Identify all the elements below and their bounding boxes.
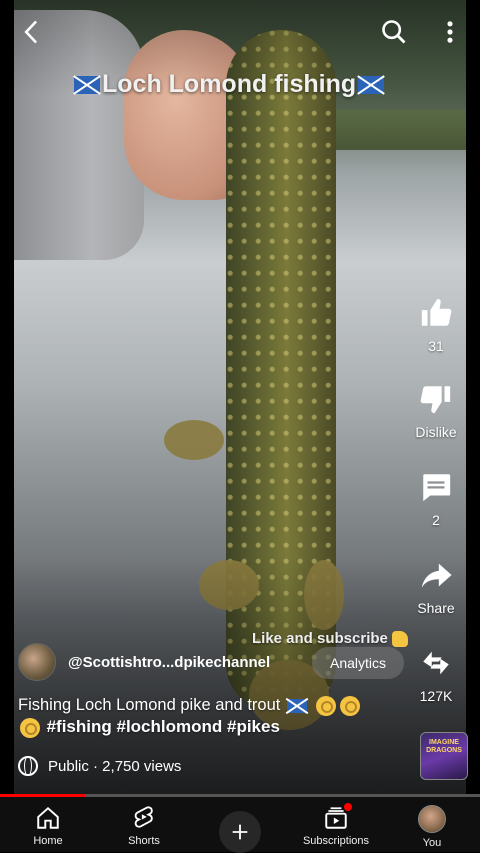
nav-home[interactable]: Home — [0, 797, 96, 852]
nav-you-label: You — [422, 837, 442, 849]
music-thumb-text: IMAGINE DRAGONS — [426, 739, 462, 754]
caption-hashtags[interactable]: #fishing #lochlomond #pikes — [47, 717, 280, 736]
music-thumbnail[interactable]: IMAGINE DRAGONS — [420, 732, 468, 780]
dislike-label: Dislike — [415, 424, 457, 440]
notification-badge — [344, 803, 352, 811]
home-icon — [37, 806, 59, 829]
video-overlay-title: Loch Lomond fishing — [72, 70, 386, 99]
more-vert-icon — [447, 21, 453, 43]
scotland-flag-icon — [358, 76, 385, 95]
thumbs-up-icon — [421, 298, 452, 326]
back-button[interactable] — [18, 18, 46, 46]
share-icon — [421, 563, 452, 588]
visibility-label: Public · 2,750 views — [48, 757, 182, 775]
scotland-flag-icon — [286, 698, 307, 713]
thumbs-up-emoji-icon — [392, 631, 409, 648]
visibility-row: Public · 2,750 views — [18, 756, 181, 776]
nav-subscriptions[interactable]: Subscriptions — [288, 797, 384, 852]
ok-hand-emoji-icon — [20, 717, 40, 738]
like-count: 31 — [428, 338, 444, 354]
nav-create[interactable] — [192, 797, 288, 853]
bottom-nav: Home Shorts Subscriptions You — [0, 797, 480, 853]
nav-you[interactable]: You — [384, 797, 480, 852]
comment-icon — [423, 474, 451, 502]
channel-row[interactable]: @Scottishtro...dpikechannel — [18, 643, 270, 681]
ok-hand-emoji-icon — [315, 695, 336, 716]
nav-shorts-label: Shorts — [128, 835, 160, 847]
like-subscribe-overlay: Like and subscribe — [252, 630, 409, 648]
comments-button[interactable]: 2 — [406, 470, 466, 528]
create-button[interactable] — [219, 811, 261, 853]
share-label: Share — [417, 600, 455, 616]
avatar — [418, 805, 446, 833]
channel-avatar[interactable] — [18, 643, 56, 681]
like-button[interactable]: 31 — [406, 296, 466, 354]
like-subscribe-text: Like and subscribe — [252, 630, 388, 647]
analytics-button[interactable]: Analytics — [312, 647, 404, 679]
globe-icon — [18, 756, 38, 776]
overlay-title-text: Loch Lomond fishing — [102, 70, 357, 98]
dislike-button[interactable]: Dislike — [406, 382, 466, 440]
ok-hand-emoji-icon — [339, 695, 360, 716]
scotland-flag-icon — [74, 76, 100, 95]
search-icon — [382, 20, 406, 44]
caption-text: Fishing Loch Lomond pike and trout — [18, 696, 281, 714]
more-options-button[interactable] — [436, 18, 464, 46]
video-caption[interactable]: Fishing Loch Lomond pike and trout #fish… — [18, 694, 418, 738]
arrow-left-icon — [24, 20, 38, 44]
thumbs-down-icon — [420, 386, 451, 414]
nav-home-label: Home — [33, 835, 63, 847]
nav-subscriptions-label: Subscriptions — [302, 835, 370, 847]
nav-shorts[interactable]: Shorts — [96, 797, 192, 852]
channel-handle[interactable]: @Scottishtro...dpikechannel — [68, 654, 270, 671]
remix-icon — [423, 651, 449, 675]
shorts-icon — [134, 806, 153, 828]
comment-count: 2 — [432, 512, 440, 528]
search-button[interactable] — [380, 18, 408, 46]
share-button[interactable]: Share — [406, 558, 466, 616]
plus-icon — [232, 824, 248, 840]
